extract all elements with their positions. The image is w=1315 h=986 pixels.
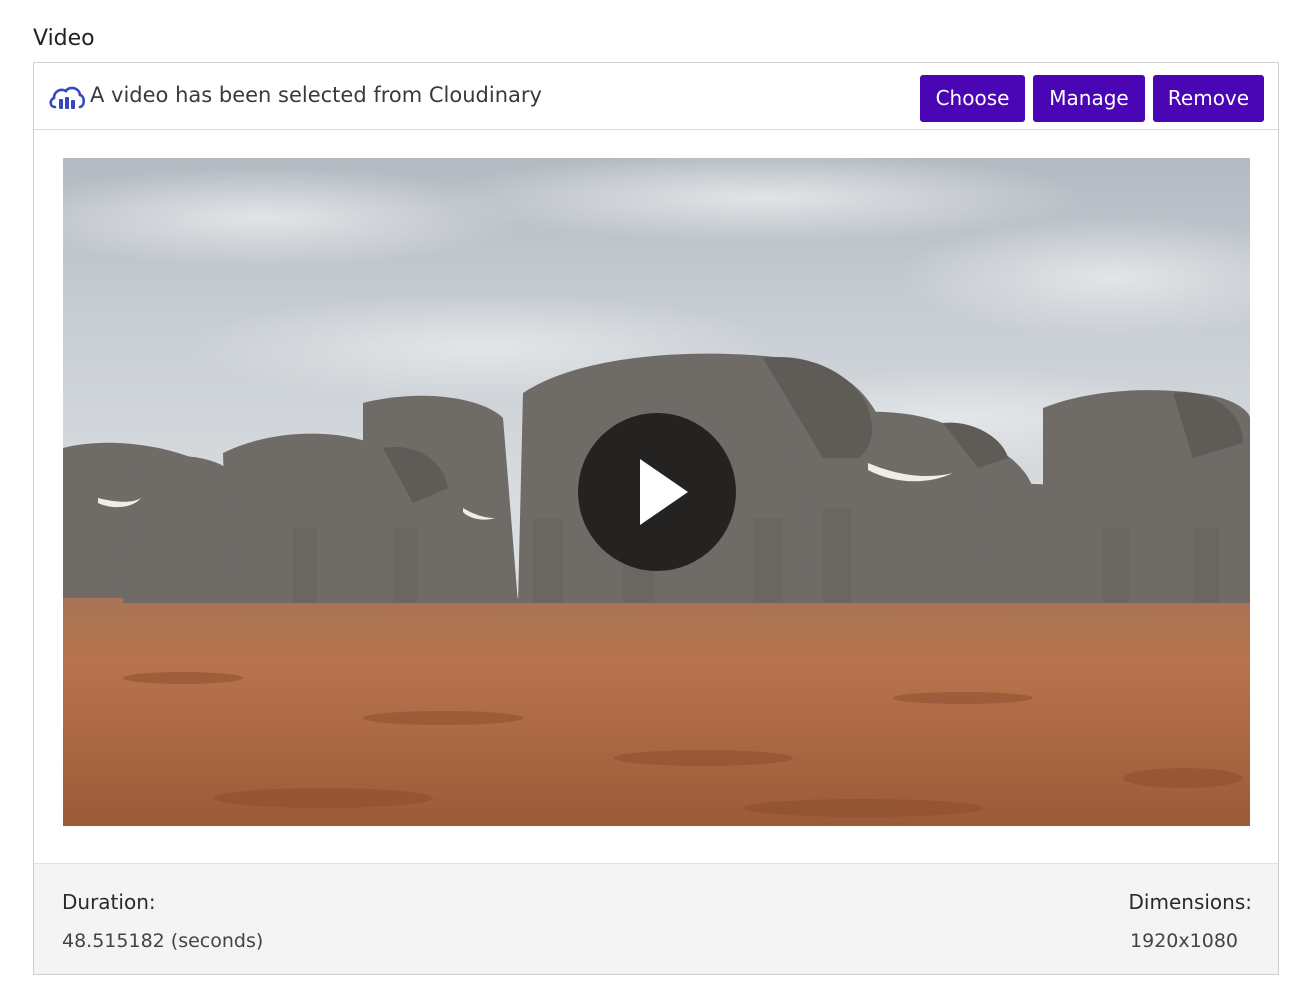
duration-value: 48.515182 (seconds): [62, 930, 264, 952]
panel-header: A video has been selected from Cloudinar…: [34, 63, 1278, 130]
choose-button[interactable]: Choose: [920, 75, 1025, 122]
video-metadata-footer: Duration: 48.515182 (seconds) Dimensions…: [34, 863, 1278, 974]
video-preview[interactable]: [63, 158, 1250, 826]
field-label-video: Video: [33, 26, 95, 51]
play-button[interactable]: [578, 413, 736, 571]
dimensions-value: 1920x1080: [1130, 930, 1238, 952]
remove-button[interactable]: Remove: [1153, 75, 1264, 122]
play-icon: [640, 459, 688, 525]
duration-label: Duration:: [62, 890, 156, 914]
dimensions-label: Dimensions:: [1128, 890, 1252, 914]
cloudinary-cloud-icon: [49, 86, 85, 109]
manage-button[interactable]: Manage: [1033, 75, 1145, 122]
video-field-panel: A video has been selected from Cloudinar…: [33, 62, 1279, 975]
selection-status-text: A video has been selected from Cloudinar…: [90, 83, 542, 107]
